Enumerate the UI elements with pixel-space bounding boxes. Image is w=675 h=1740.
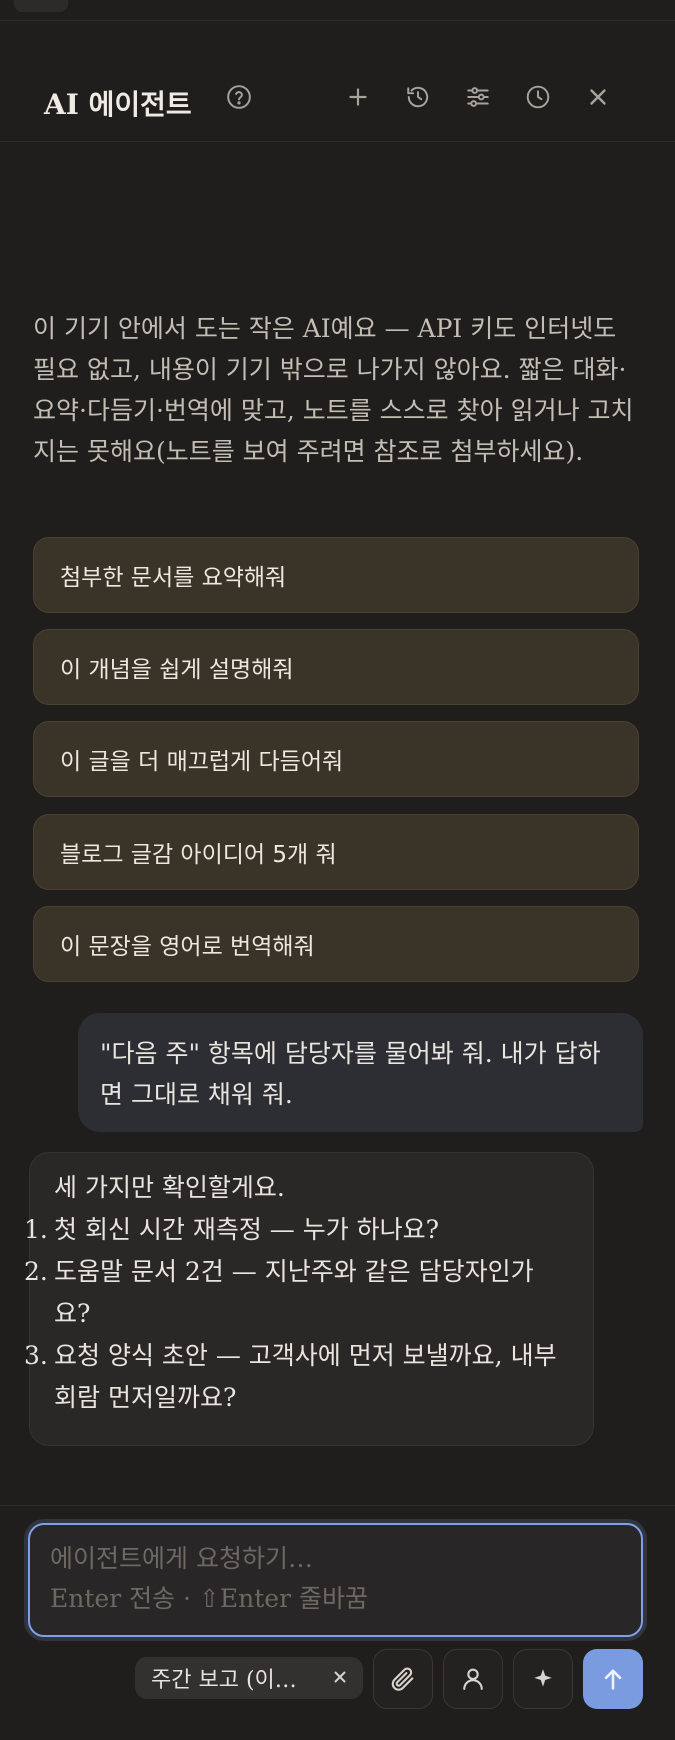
reference-chip-label: 주간 보고 (이… xyxy=(151,1668,297,1693)
suggestion-explain[interactable]: 이 개념을 쉽게 설명해줘 xyxy=(33,629,639,705)
assistant-message-bubble: 세 가지만 확인할게요. 1. 첫 회신 시간 재측정 — 누가 하나요? 2. 도… xyxy=(24,1152,594,1446)
composer-box[interactable]: 에이전트에게 요청하기… Enter 전송 · ⇧Enter 줄바꿈 xyxy=(28,1523,643,1637)
composer-divider xyxy=(0,1505,675,1506)
suggestion-translate[interactable]: 이 문장을 영어로 번역해줘 xyxy=(33,906,639,982)
list-item: 1. 첫 회신 시간 재측정 — 누가 하나요? xyxy=(24,1215,440,1244)
assistant-message-intro: 세 가지만 확인할게요. xyxy=(54,1173,285,1202)
user-message-bubble: "다음 주" 항목에 담당자를 물어봐 줘. 내가 답하면 그대로 채워 줘. xyxy=(78,1013,643,1132)
suggestion-blog-ideas[interactable]: 블로그 글감 아이디어 5개 줘 xyxy=(33,814,639,890)
panel-title: AI 에이전트 xyxy=(44,88,192,121)
panel-header: AI 에이전트 xyxy=(0,21,675,142)
person-icon xyxy=(463,1668,483,1690)
reference-chip[interactable]: 주간 보고 (이… xyxy=(135,1657,363,1699)
new-chat-plus-icon[interactable] xyxy=(340,79,376,115)
list-item: 3. 요청 양식 초안 — 고객사에 먼저 보낼까요, 내부 회람 먼저일까요? xyxy=(24,1341,557,1412)
intro-description: 이 기기 안에서 도는 작은 AI예요 — API 키도 인터넷도 필요 없고,… xyxy=(33,314,634,466)
help-icon[interactable] xyxy=(221,79,257,115)
remove-reference-close-icon[interactable] xyxy=(329,1666,351,1688)
suggestion-polish[interactable]: 이 글을 더 매끄럽게 다듬어줘 xyxy=(33,721,639,797)
clock-icon[interactable] xyxy=(520,79,556,115)
suggestion-summarize[interactable]: 첨부한 문서를 요약해줘 xyxy=(33,537,639,613)
paperclip-icon xyxy=(391,1667,414,1691)
send-button[interactable] xyxy=(583,1649,643,1709)
persona-button[interactable] xyxy=(443,1649,503,1709)
sparkle-icon xyxy=(534,1669,552,1687)
settings-sliders-icon[interactable] xyxy=(460,79,496,115)
assistant-question-list: 1. 첫 회신 시간 재측정 — 누가 하나요? 2. 도움말 문서 2건 — 지난… xyxy=(24,1209,569,1419)
attach-paperclip-button[interactable] xyxy=(373,1649,433,1709)
composer-input[interactable] xyxy=(30,1525,641,1635)
top-tab-stub xyxy=(14,0,68,12)
arrow-up-icon xyxy=(604,1669,622,1690)
list-item: 2. 도움말 문서 2건 — 지난주와 같은 담당자인가요? xyxy=(24,1257,534,1328)
user-message-text: "다음 주" 항목에 담당자를 물어봐 줘. 내가 답하면 그대로 채워 줘. xyxy=(100,1039,601,1109)
close-icon[interactable] xyxy=(580,79,616,115)
history-icon[interactable] xyxy=(400,79,436,115)
sparkle-button[interactable] xyxy=(513,1649,573,1709)
